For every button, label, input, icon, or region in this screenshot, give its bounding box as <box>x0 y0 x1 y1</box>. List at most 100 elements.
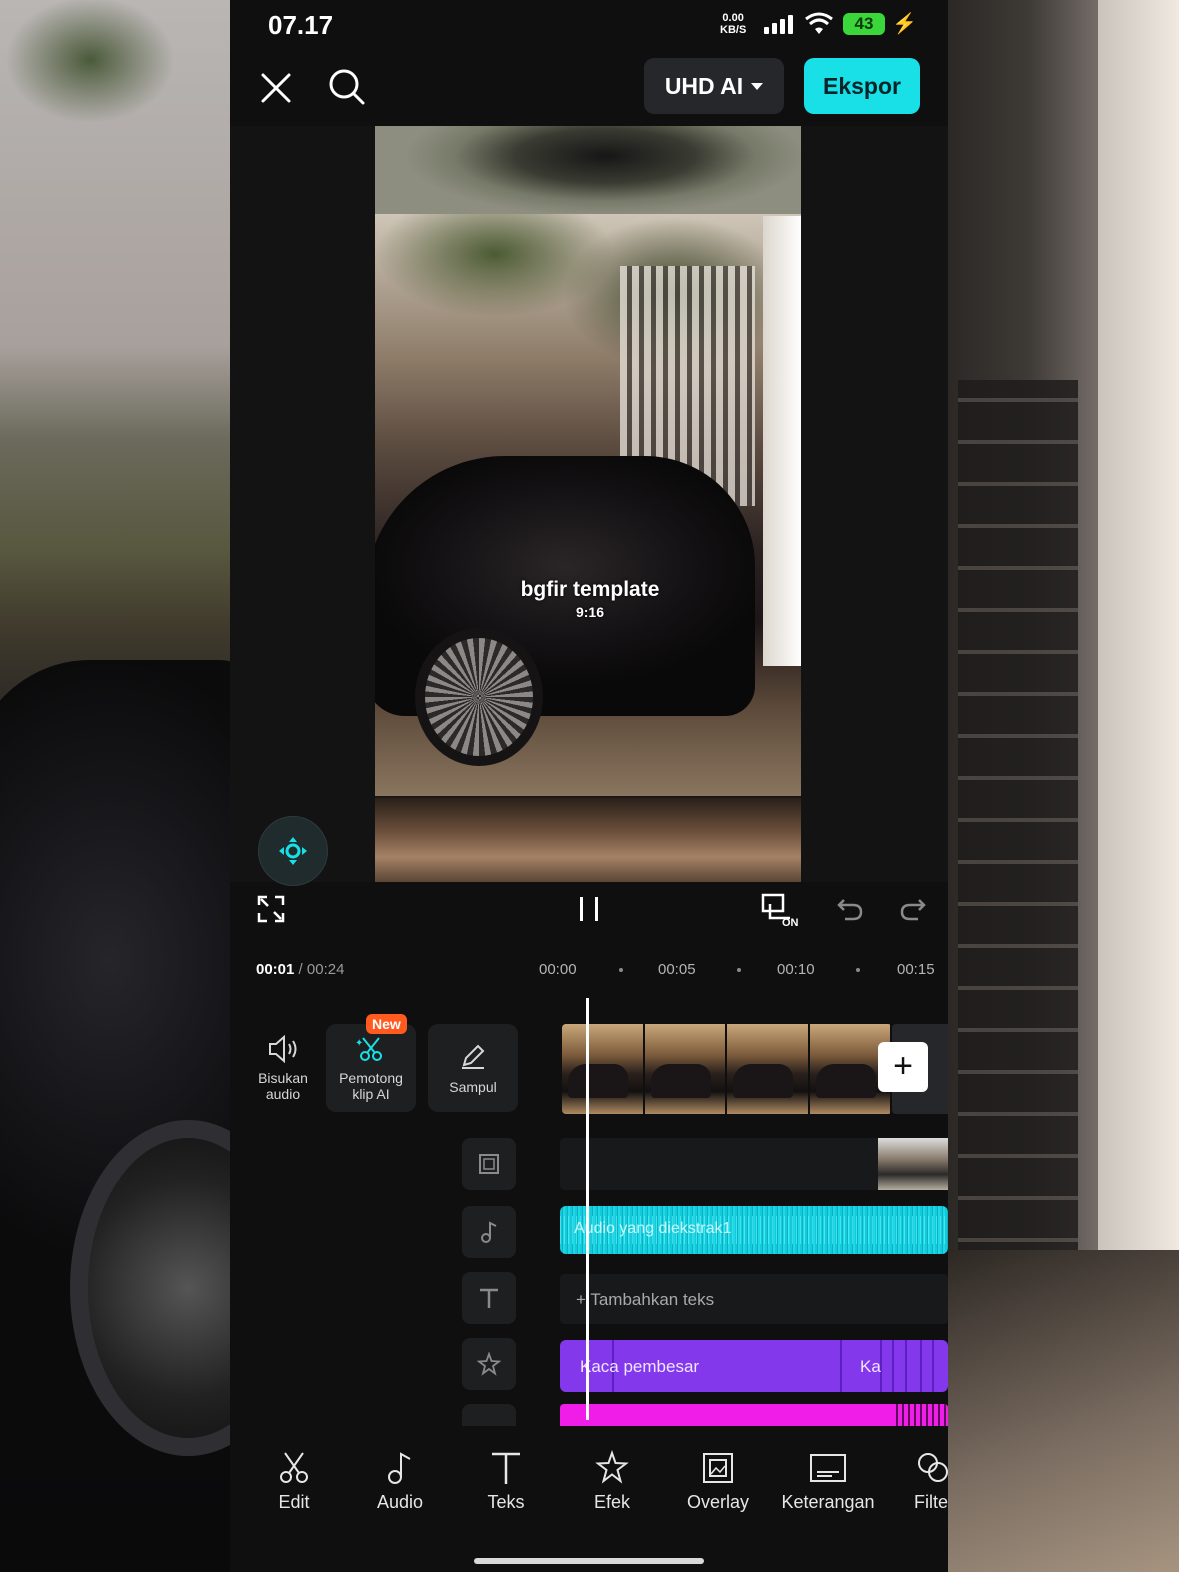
background-left-blur <box>0 0 306 1572</box>
image-icon <box>479 1154 499 1174</box>
ai-scissors-icon: ✦ <box>355 1037 382 1061</box>
timecode: 00:01 / 00:24 <box>256 961 345 978</box>
fullscreen-button[interactable] <box>256 894 286 929</box>
move-handle-button[interactable] <box>258 816 328 886</box>
effect-segment-divider <box>932 1340 934 1392</box>
scissors-icon <box>280 1452 308 1483</box>
preview-title: bgfir template <box>520 578 660 601</box>
cellular-signal-icon <box>764 14 793 34</box>
text-icon <box>492 1452 520 1484</box>
clip-thumbnail <box>727 1024 810 1114</box>
toolbar-text-label: Teks <box>487 1492 525 1512</box>
video-pillar <box>763 216 801 666</box>
network-speed-value: 0.00 <box>722 12 744 24</box>
overlay-track-button[interactable] <box>462 1138 516 1190</box>
filter-icon <box>918 1453 948 1482</box>
redo-button[interactable] <box>898 894 928 929</box>
top-bar: UHD AI Ekspor <box>230 56 948 116</box>
toolbar-edit[interactable]: Edit <box>244 1450 344 1513</box>
playhead[interactable] <box>586 998 589 1420</box>
clip-thumbnail <box>562 1024 645 1114</box>
network-speed-unit: KB/S <box>720 24 747 36</box>
new-badge: New <box>366 1014 407 1034</box>
caret-down-icon <box>751 82 764 90</box>
toolbar-overlay-label: Overlay <box>686 1492 749 1512</box>
move-arrows-icon <box>279 837 307 865</box>
cover-label: Sampul <box>449 1079 497 1095</box>
editor-app: 07.17 0.00 KB/S 43 ⚡ UHD AI Ekspor bgfir… <box>230 0 948 1572</box>
effect-segment-divider <box>905 1340 907 1392</box>
ruler-dot <box>619 968 623 972</box>
video-preview[interactable]: bgfir template 9:16 <box>230 126 948 886</box>
export-button[interactable]: Ekspor <box>804 58 920 114</box>
background-pillar <box>1098 0 1179 1300</box>
ai-enhance-toggle[interactable]: ON <box>760 892 802 933</box>
toolbar-audio-label: Audio <box>376 1492 424 1512</box>
toolbar-filter[interactable]: Filte <box>884 1450 964 1513</box>
ai-toggle-state: ON <box>782 917 799 928</box>
bottom-toolbar: Edit Audio Teks Efek Overlay Keterangan … <box>230 1450 948 1530</box>
search-button[interactable] <box>326 66 368 108</box>
redo-icon <box>900 899 926 921</box>
ruler-dot <box>856 968 860 972</box>
toolbar-audio[interactable]: Audio <box>350 1450 450 1513</box>
aicut-label-1: Pemotong <box>339 1070 403 1086</box>
clip-thumbnail <box>644 1024 727 1114</box>
fx-track-button[interactable] <box>462 1404 516 1426</box>
effect-star-icon <box>477 1352 501 1376</box>
toolbar-text[interactable]: Teks <box>456 1450 556 1513</box>
background-right-blur <box>948 0 1179 1572</box>
effect-clip-label: Kaca pembesar <box>580 1357 700 1376</box>
cover-button[interactable]: Sampul <box>428 1024 518 1112</box>
ruler-label: 00:05 <box>658 961 696 978</box>
toolbar-captions[interactable]: Keterangan <box>778 1450 878 1513</box>
background-gate <box>958 380 1078 1280</box>
toolbar-edit-label: Edit <box>278 1492 310 1512</box>
home-indicator[interactable] <box>474 1558 704 1564</box>
ruler-dot <box>737 968 741 972</box>
video-clip-track[interactable] <box>562 1024 892 1114</box>
ruler-label: 00:15 <box>897 961 935 978</box>
ai-clip-cutter-button[interactable]: ✦ Pemotong klip AI <box>326 1024 416 1112</box>
current-time: 00:01 <box>256 961 295 978</box>
audio-track-button[interactable] <box>462 1206 516 1258</box>
quality-dropdown[interactable]: UHD AI <box>644 58 784 114</box>
search-icon <box>329 69 365 105</box>
effect-track-button[interactable] <box>462 1338 516 1390</box>
toolbar-effects-label: Efek <box>593 1492 631 1512</box>
ruler-label: 00:10 <box>777 961 815 978</box>
fx-track-segments <box>892 1404 948 1426</box>
playback-controls: ON <box>230 884 948 934</box>
pause-button[interactable] <box>576 894 602 929</box>
quality-label: UHD AI <box>664 72 744 99</box>
ai-enhance-icon: ON <box>761 893 799 929</box>
add-text-placeholder[interactable]: + Tambahkan teks <box>576 1290 714 1310</box>
ruler-label: 00:00 <box>539 961 577 978</box>
close-button[interactable] <box>256 68 296 108</box>
wifi-icon <box>804 12 834 41</box>
speaker-icon <box>269 1034 297 1064</box>
undo-button[interactable] <box>835 894 865 929</box>
close-icon <box>261 73 291 103</box>
battery-level: 43 <box>843 13 885 35</box>
toolbar-overlay[interactable]: Overlay <box>668 1450 768 1513</box>
fx-track[interactable] <box>560 1404 948 1426</box>
mute-audio-button[interactable]: Bisukan audio <box>238 1024 328 1112</box>
effect-star-icon <box>595 1450 629 1484</box>
overlay-clip[interactable] <box>878 1138 948 1190</box>
status-bar: 07.17 0.00 KB/S 43 ⚡ <box>230 0 948 50</box>
pencil-icon <box>462 1044 485 1069</box>
preview-subtitle: 9:16 <box>575 604 605 620</box>
toolbar-effects[interactable]: Efek <box>562 1450 662 1513</box>
charging-icon: ⚡ <box>892 13 917 35</box>
toolbar-filter-label: Filte <box>914 1492 949 1512</box>
video-frame: bgfir template 9:16 <box>375 126 801 882</box>
toolbar-captions-label: Keterangan <box>781 1492 875 1512</box>
effect-clip-label-2: Ka <box>860 1357 881 1376</box>
status-time: 07.17 <box>268 10 334 40</box>
captions-icon <box>810 1454 846 1482</box>
pause-icon <box>580 897 598 921</box>
text-track-button[interactable] <box>462 1272 516 1324</box>
overlay-icon <box>703 1453 733 1483</box>
add-clip-button[interactable]: + <box>878 1042 928 1092</box>
